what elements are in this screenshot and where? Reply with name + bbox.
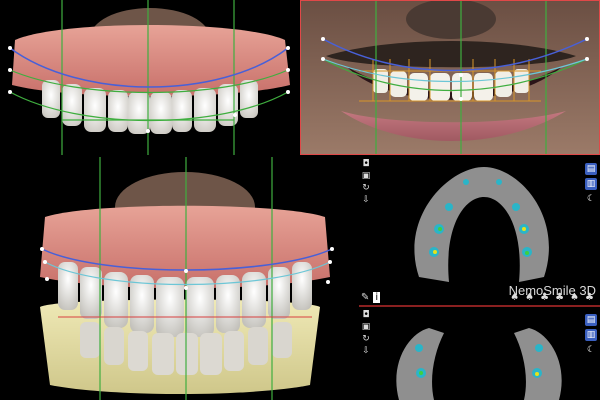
tooth-view-6-icon[interactable]: ♣ xyxy=(585,292,594,303)
tooth-view-1-icon[interactable]: ♠ xyxy=(510,292,519,303)
lower-arch-occlusal-view[interactable]: ◘ ▣ ↻ ⇩ ▤ ▥ ☾ xyxy=(359,308,600,400)
upper-arch-model xyxy=(414,167,549,282)
rotate-icon[interactable]: ↻ xyxy=(361,183,371,193)
left-toolbar-lower: ◘ ▣ ↻ ⇩ xyxy=(361,310,371,356)
smile-3d-front-view[interactable] xyxy=(0,0,298,155)
bottom-right-tools: ♠ ♠ ♣ ♣ ♠ ♣ xyxy=(510,292,594,303)
download-icon[interactable]: ⇩ xyxy=(361,346,371,356)
image-icon[interactable]: ▣ xyxy=(361,322,371,332)
lower-arch-right xyxy=(514,328,562,400)
upper-arch-occlusal-view[interactable]: ◘ ▣ ↻ ⇩ ▤ ▥ ☾ NemoSmile 3D ✎ i ♠ ♠ ♣ ♣ ♠… xyxy=(359,157,600,305)
tooth-view-5-icon[interactable]: ♠ xyxy=(570,292,579,303)
lower-arch-canvas[interactable] xyxy=(359,308,600,400)
rotate-icon[interactable]: ↻ xyxy=(361,334,371,344)
pen-icon[interactable]: ✎ xyxy=(361,292,369,303)
info-icon[interactable]: i xyxy=(373,292,381,303)
smile-photo-view[interactable] xyxy=(300,0,600,155)
teeth-view-icon[interactable]: ▤ xyxy=(585,314,597,326)
left-toolbar: ◘ ▣ ↻ ⇩ xyxy=(361,159,371,205)
bottom-left-tools: ✎ i xyxy=(361,292,381,303)
camera-icon[interactable]: ◘ xyxy=(361,310,371,320)
smile-photo-canvas[interactable] xyxy=(301,1,599,154)
right-toolbar: ▤ ▥ ☾ xyxy=(585,163,597,205)
smile-3d-front-canvas[interactable] xyxy=(0,0,298,155)
moon-icon[interactable]: ☾ xyxy=(585,344,597,356)
teeth-view-icon[interactable]: ▤ xyxy=(585,163,597,175)
image-icon[interactable]: ▣ xyxy=(361,171,371,181)
tooth-view-3-icon[interactable]: ♣ xyxy=(540,292,549,303)
tooth-view-2-icon[interactable]: ♠ xyxy=(525,292,534,303)
tooth-view-4-icon[interactable]: ♣ xyxy=(555,292,564,303)
camera-icon[interactable]: ◘ xyxy=(361,159,371,169)
panel-divider xyxy=(359,305,600,307)
moon-icon[interactable]: ☾ xyxy=(585,193,597,205)
teeth-view-icon-2[interactable]: ▥ xyxy=(585,178,597,190)
model-3d-frontal-view[interactable] xyxy=(0,157,357,400)
teeth-view-icon-2[interactable]: ▥ xyxy=(585,329,597,341)
download-icon[interactable]: ⇩ xyxy=(361,195,371,205)
model-3d-canvas[interactable] xyxy=(0,157,357,400)
lower-arch-left xyxy=(396,328,444,400)
right-toolbar-lower: ▤ ▥ ☾ xyxy=(585,314,597,356)
